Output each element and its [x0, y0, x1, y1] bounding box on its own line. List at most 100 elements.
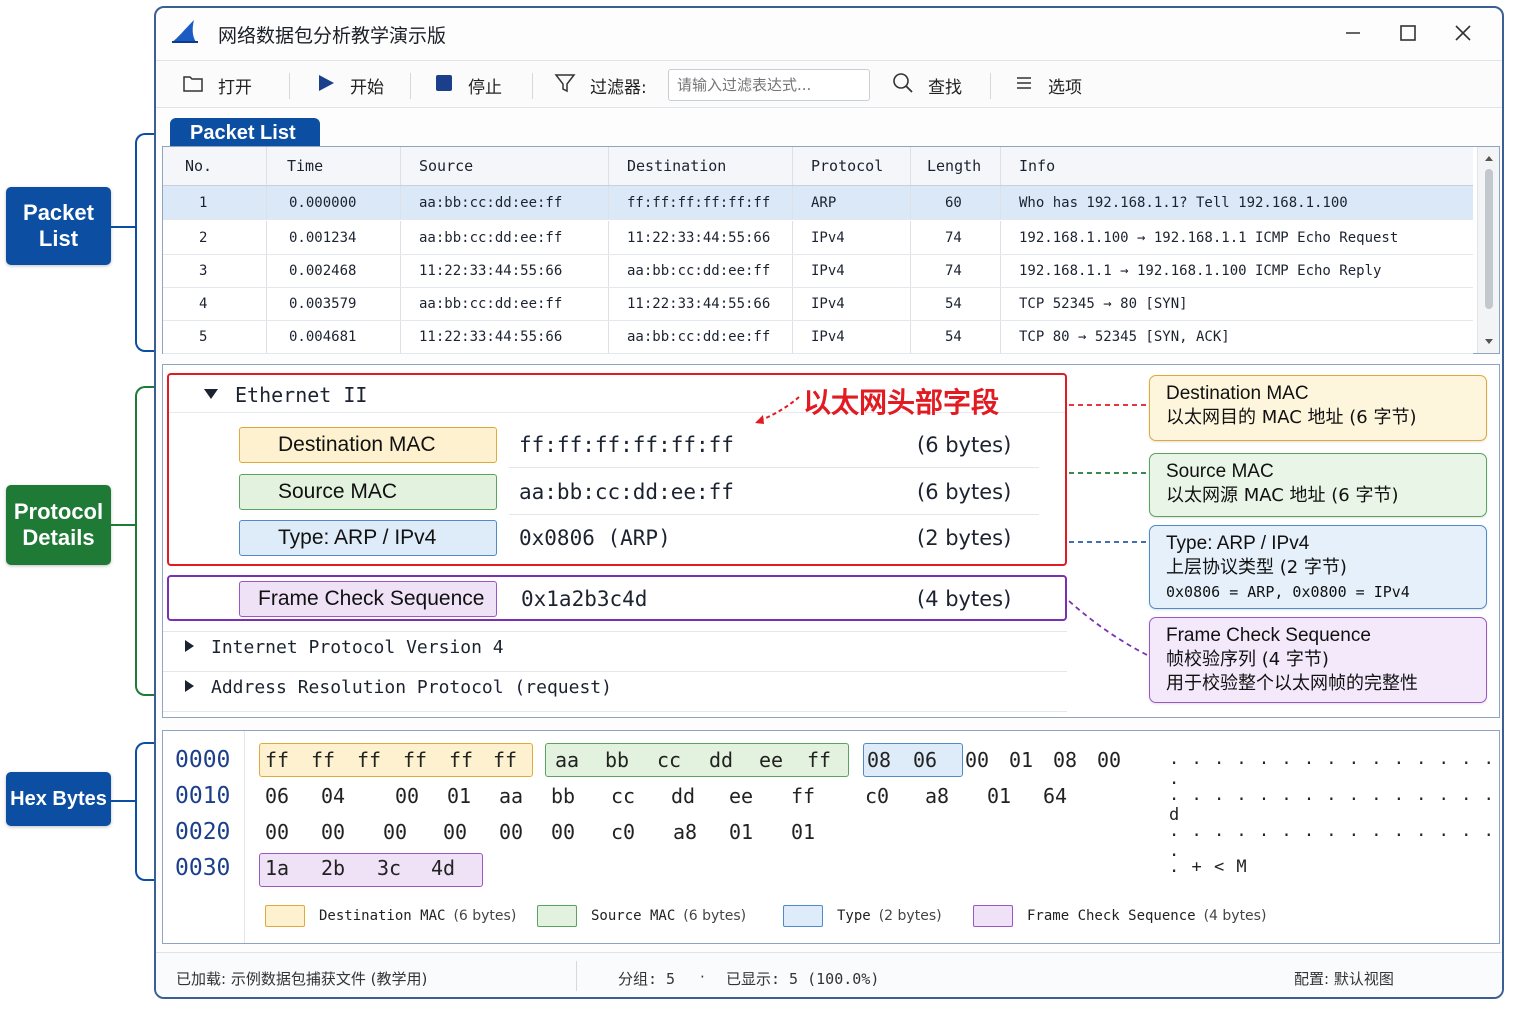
filter-label: 过滤器: [590, 77, 647, 98]
hex-byte[interactable]: 00 [543, 820, 583, 844]
hex-byte[interactable]: a8 [917, 784, 957, 808]
packet-cell: 0.004681 [267, 321, 401, 353]
hex-byte[interactable]: 04 [313, 784, 353, 808]
divider [509, 467, 1039, 468]
status-dot: · [700, 968, 705, 986]
hex-byte[interactable]: ff [395, 748, 435, 772]
field-source-mac[interactable]: Source MAC [239, 474, 497, 510]
hex-byte[interactable]: a8 [665, 820, 705, 844]
packet-cell: TCP 80 → 52345 [SYN, ACK] [1019, 329, 1230, 345]
options-button[interactable]: 选项 [1014, 61, 1082, 109]
hex-byte[interactable]: 3c [369, 856, 409, 880]
packet-row[interactable]: 1 0.000000 aa:bb:cc:dd:ee:ff ff:ff:ff:ff:ff… [163, 186, 1473, 220]
find-button[interactable]: 查找 [892, 61, 962, 109]
hex-byte[interactable]: bb [543, 784, 583, 808]
legend-item: Source MAC (6 bytes) [537, 905, 746, 927]
packet-cell: 5 [163, 321, 267, 353]
hex-byte[interactable]: 00 [313, 820, 353, 844]
packet-cell: IPv4 [793, 321, 911, 353]
hex-byte[interactable]: 00 [491, 820, 531, 844]
hex-byte[interactable]: c0 [857, 784, 897, 808]
note-line: 0x0806 = ARP, 0x0800 = IPv4 [1166, 583, 1410, 601]
hex-byte[interactable]: 01 [1001, 748, 1041, 772]
hex-byte[interactable]: bb [597, 748, 637, 772]
hex-byte[interactable]: ff [257, 748, 297, 772]
filter-input[interactable] [668, 69, 870, 101]
field-destination-mac[interactable]: Destination MAC [239, 427, 497, 463]
packet-cell: 192.168.1.100 → 192.168.1.1 ICMP Echo Re… [1019, 229, 1399, 246]
hex-byte[interactable]: 00 [387, 784, 427, 808]
hex-byte[interactable]: 06 [905, 748, 945, 772]
hex-byte[interactable]: 08 [859, 748, 899, 772]
hex-ascii: . . . . . . . . . . . . . . . . [1169, 821, 1495, 861]
tree-item-ipv4[interactable]: Internet Protocol Version 4 [183, 637, 504, 658]
hex-byte[interactable]: 06 [257, 784, 297, 808]
status-divider [576, 961, 577, 991]
column-header-info[interactable]: Info [1001, 147, 1473, 185]
hex-bytes-panel: 0000 ff ff ff ff ff ff aa bb cc dd ee ff 08 06 00 01 08 00… [162, 730, 1500, 944]
ethernet-tree-item[interactable]: Ethernet II [203, 383, 367, 407]
hex-byte[interactable]: aa [547, 748, 587, 772]
packet-list-tab[interactable]: Packet List [170, 118, 320, 148]
packet-row[interactable]: 4 0.003579 aa:bb:cc:dd:ee:ff 11:22:33:44:55… [163, 288, 1473, 321]
start-button[interactable]: 开始 [316, 61, 384, 109]
packet-list-scrollbar[interactable] [1477, 147, 1499, 353]
callout-packet-list: Packet List [6, 187, 111, 265]
hex-byte[interactable]: 00 [1089, 748, 1129, 772]
hex-byte[interactable]: 00 [375, 820, 415, 844]
hex-byte[interactable]: ff [485, 748, 525, 772]
note-title: Frame Check Sequence [1166, 625, 1371, 646]
hex-byte[interactable]: ff [349, 748, 389, 772]
hex-offset: 0010 [175, 783, 231, 809]
hex-byte[interactable]: cc [649, 748, 689, 772]
hex-byte[interactable]: aa [491, 784, 531, 808]
column-header-no[interactable]: No. [163, 147, 267, 185]
hex-byte[interactable]: 01 [439, 784, 479, 808]
hex-byte[interactable]: 00 [957, 748, 997, 772]
column-header-time[interactable]: Time [267, 147, 401, 185]
packet-cell: ARP [793, 186, 911, 219]
open-button[interactable]: 打开 [182, 61, 252, 109]
hex-byte[interactable]: 00 [257, 820, 297, 844]
packet-row[interactable]: 2 0.001234 aa:bb:cc:dd:ee:ff 11:22:33:44:55… [163, 221, 1473, 255]
packet-row[interactable]: 3 0.002468 11:22:33:44:55:66 aa:bb:cc:dd:ee… [163, 255, 1473, 288]
maximize-icon[interactable] [1397, 22, 1419, 44]
note-connectors [1068, 404, 1152, 658]
column-header-destination[interactable]: Destination [609, 147, 793, 185]
toolbar-divider [990, 73, 991, 99]
hex-byte[interactable]: ee [721, 784, 761, 808]
close-icon[interactable] [1452, 22, 1474, 44]
hex-byte[interactable]: 1a [257, 856, 297, 880]
value-destination-mac: ff:ff:ff:ff:ff:ff [519, 433, 734, 457]
hex-byte[interactable]: ee [751, 748, 791, 772]
hex-byte[interactable]: 01 [721, 820, 761, 844]
column-header-length[interactable]: Length [911, 147, 1001, 185]
hex-byte[interactable]: 64 [1035, 784, 1075, 808]
field-frame-check-sequence[interactable]: Frame Check Sequence [239, 581, 497, 617]
column-header-protocol[interactable]: Protocol [793, 147, 911, 185]
packet-row[interactable]: 5 0.004681 11:22:33:44:55:66 aa:bb:cc:dd:ee… [163, 321, 1473, 354]
hex-byte[interactable]: 4d [423, 856, 463, 880]
hex-byte[interactable]: 00 [435, 820, 475, 844]
hex-byte[interactable]: 08 [1045, 748, 1085, 772]
hex-byte[interactable]: 01 [783, 820, 823, 844]
hex-byte[interactable]: c0 [603, 820, 643, 844]
hex-byte[interactable]: ff [799, 748, 839, 772]
field-type[interactable]: Type: ARP / IPv4 [239, 520, 497, 556]
hex-byte[interactable]: ff [303, 748, 343, 772]
hex-byte[interactable]: 2b [313, 856, 353, 880]
minimize-icon[interactable] [1342, 22, 1364, 44]
column-header-source[interactable]: Source [401, 147, 609, 185]
hex-byte[interactable]: ff [783, 784, 823, 808]
hex-byte[interactable]: dd [701, 748, 741, 772]
note-title: Destination MAC [1166, 383, 1309, 404]
hex-byte[interactable]: ff [441, 748, 481, 772]
legend-item: Frame Check Sequence (4 bytes) [973, 905, 1266, 927]
stop-button[interactable]: 停止 [434, 61, 502, 109]
legend-size: (6 bytes) [683, 908, 747, 924]
tree-item-arp[interactable]: Address Resolution Protocol (request) [183, 677, 612, 698]
hex-byte[interactable]: 01 [979, 784, 1019, 808]
hex-byte[interactable]: dd [663, 784, 703, 808]
bracket-stub [111, 226, 135, 228]
hex-byte[interactable]: cc [603, 784, 643, 808]
